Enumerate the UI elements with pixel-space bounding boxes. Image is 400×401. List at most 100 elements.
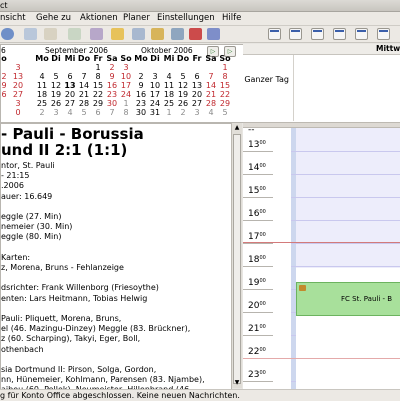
okt-day[interactable]: 4 bbox=[162, 73, 176, 81]
okt-day[interactable]: 7 bbox=[204, 73, 218, 81]
aug-day[interactable]: 2 bbox=[0, 73, 11, 81]
sept-day[interactable]: 16 bbox=[105, 82, 119, 90]
okt-day[interactable]: 3 bbox=[148, 73, 162, 81]
okt-day[interactable]: 26 bbox=[176, 100, 190, 108]
sept-day[interactable]: 19 bbox=[49, 91, 63, 99]
new-journal-icon[interactable] bbox=[90, 28, 103, 40]
sept-day[interactable]: 24 bbox=[119, 91, 133, 99]
sept-day[interactable]: 3 bbox=[49, 109, 63, 117]
time-grid[interactable]: -- 1300 1400 1500 1600 1700 1800 1900 2000 2100 2… bbox=[243, 125, 400, 398]
aug-day[interactable]: 3 bbox=[11, 100, 25, 108]
delete-icon[interactable] bbox=[189, 28, 202, 40]
aug-day[interactable]: 27 bbox=[11, 91, 25, 99]
mail-icon[interactable] bbox=[24, 28, 37, 40]
sept-day[interactable]: 6 bbox=[91, 109, 105, 117]
view-week-icon[interactable] bbox=[333, 28, 346, 40]
okt-day[interactable]: 19 bbox=[176, 91, 190, 99]
okt-day[interactable]: 23 bbox=[134, 100, 148, 108]
view-workweek-icon[interactable] bbox=[311, 28, 324, 40]
okt-day[interactable]: 12 bbox=[176, 82, 190, 90]
sept-day[interactable]: 23 bbox=[105, 91, 119, 99]
aug-day[interactable]: 13 bbox=[11, 73, 25, 81]
sept-day[interactable]: 21 bbox=[77, 91, 91, 99]
okt-day[interactable]: 6 bbox=[190, 73, 204, 81]
okt-day[interactable]: 29 bbox=[218, 100, 232, 108]
allday-area[interactable] bbox=[293, 55, 400, 121]
details-scrollbar[interactable]: ▲ ▼ bbox=[231, 123, 242, 388]
scroll-up-icon[interactable]: ▲ bbox=[233, 124, 241, 132]
okt-day[interactable]: 31 bbox=[148, 109, 162, 117]
okt-day[interactable]: 8 bbox=[218, 73, 232, 81]
copy-icon[interactable] bbox=[171, 28, 184, 40]
view-day-icon[interactable] bbox=[289, 28, 302, 40]
sept-day[interactable]: 26 bbox=[49, 100, 63, 108]
okt-day[interactable]: 25 bbox=[162, 100, 176, 108]
folder-icon[interactable] bbox=[111, 28, 124, 40]
sept-day[interactable]: 17 bbox=[119, 82, 133, 90]
back-icon[interactable] bbox=[1, 28, 14, 40]
okt-day[interactable]: 27 bbox=[190, 100, 204, 108]
okt-day[interactable]: 3 bbox=[190, 109, 204, 117]
aug-day[interactable]: 0 bbox=[11, 109, 25, 117]
view-whats-next-icon[interactable] bbox=[268, 28, 281, 40]
scroll-down-icon[interactable]: ▼ bbox=[233, 379, 241, 387]
okt-day[interactable]: 10 bbox=[148, 82, 162, 90]
new-todo-icon[interactable] bbox=[68, 28, 81, 40]
sept-day[interactable]: 20 bbox=[63, 91, 77, 99]
aug-day[interactable]: 20 bbox=[11, 82, 25, 90]
sept-day[interactable]: 1 bbox=[91, 64, 105, 72]
new-event-icon[interactable] bbox=[132, 28, 145, 40]
sept-day[interactable]: 6 bbox=[63, 73, 77, 81]
sept-day[interactable]: 4 bbox=[35, 73, 49, 81]
okt-day[interactable]: 5 bbox=[218, 109, 232, 117]
sept-day[interactable]: 15 bbox=[91, 82, 105, 90]
aug-day[interactable]: 3 bbox=[11, 64, 25, 72]
okt-day[interactable]: 16 bbox=[134, 91, 148, 99]
menu-ansicht[interactable]: nsicht bbox=[0, 12, 26, 25]
sept-day[interactable]: 28 bbox=[77, 100, 91, 108]
sept-day[interactable]: 8 bbox=[91, 73, 105, 81]
okt-day[interactable]: 1 bbox=[218, 64, 232, 72]
okt-day[interactable]: 17 bbox=[148, 91, 162, 99]
view-nextx-icon[interactable] bbox=[355, 28, 368, 40]
sept-day[interactable]: 1 bbox=[119, 100, 133, 108]
sept-day[interactable]: 11 bbox=[35, 82, 49, 90]
sept-day[interactable]: 2 bbox=[35, 109, 49, 117]
sept-day[interactable]: 8 bbox=[119, 109, 133, 117]
okt-day[interactable]: 28 bbox=[204, 100, 218, 108]
aug-day[interactable]: 9 bbox=[0, 82, 11, 90]
sept-day[interactable]: 27 bbox=[63, 100, 77, 108]
edit-icon[interactable] bbox=[151, 28, 164, 40]
sept-day[interactable]: 9 bbox=[105, 73, 119, 81]
sept-day[interactable]: 14 bbox=[77, 82, 91, 90]
okt-day[interactable]: 14 bbox=[204, 82, 218, 90]
okt-day[interactable]: 15 bbox=[218, 82, 232, 90]
sept-day[interactable]: 10 bbox=[119, 73, 133, 81]
sept-day[interactable]: 29 bbox=[91, 100, 105, 108]
view-month-icon[interactable] bbox=[377, 28, 390, 40]
okt-day[interactable]: 4 bbox=[204, 109, 218, 117]
sept-day[interactable]: 7 bbox=[77, 73, 91, 81]
sept-day[interactable]: 2 bbox=[105, 64, 119, 72]
menu-einstellungen[interactable]: Einstellungen bbox=[157, 12, 215, 25]
okt-day[interactable]: 2 bbox=[176, 109, 190, 117]
okt-day[interactable]: 13 bbox=[190, 82, 204, 90]
sept-day[interactable]: 12 bbox=[49, 82, 63, 90]
menu-planer[interactable]: Planer bbox=[123, 12, 150, 25]
event-fc-st-pauli[interactable]: FC St. Pauli - B bbox=[296, 282, 400, 316]
okt-day[interactable]: 1 bbox=[162, 109, 176, 117]
okt-day[interactable]: 9 bbox=[134, 82, 148, 90]
menu-aktionen[interactable]: Aktionen bbox=[80, 12, 118, 25]
sept-day[interactable]: 5 bbox=[49, 73, 63, 81]
sept-day[interactable]: 7 bbox=[105, 109, 119, 117]
sept-day[interactable]: 3 bbox=[119, 64, 133, 72]
okt-day[interactable]: 18 bbox=[162, 91, 176, 99]
sept-day[interactable]: 18 bbox=[35, 91, 49, 99]
publish-icon[interactable] bbox=[207, 28, 220, 40]
aug-day[interactable]: 6 bbox=[0, 91, 11, 99]
menu-gehe-zu[interactable]: Gehe zu bbox=[36, 12, 71, 25]
menu-hilfe[interactable]: Hilfe bbox=[222, 12, 241, 25]
scroll-thumb[interactable] bbox=[233, 134, 241, 384]
sept-day[interactable]: 5 bbox=[77, 109, 91, 117]
print-icon[interactable] bbox=[44, 28, 57, 40]
